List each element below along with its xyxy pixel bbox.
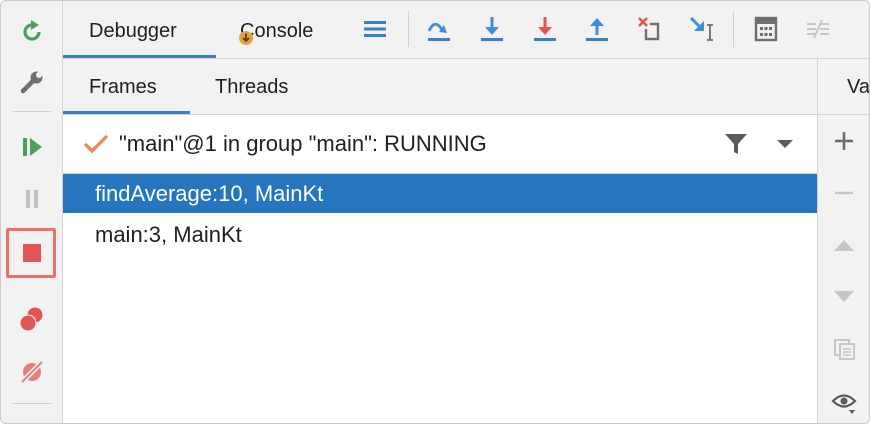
trace-button[interactable] — [801, 12, 835, 46]
tab-threads-label: Threads — [215, 76, 289, 98]
filter-icon — [725, 134, 747, 154]
left-separator — [13, 111, 51, 112]
tab-frames-underline — [63, 111, 190, 114]
frame-label: findAverage:10, MainKt — [95, 181, 324, 206]
chevron-down-icon — [777, 140, 793, 148]
frames-list: findAverage:10, MainKt main:3, MainKt — [63, 174, 817, 423]
move-down-button[interactable] — [827, 280, 861, 314]
step-into-button[interactable] — [475, 12, 509, 46]
copy-watch-button[interactable] — [827, 332, 861, 366]
force-step-into-icon — [534, 17, 556, 41]
tab-frames[interactable]: Frames — [89, 59, 157, 114]
stop-button[interactable] — [14, 235, 50, 271]
layout-menu-button[interactable] — [358, 12, 392, 46]
stop-icon — [23, 244, 41, 262]
pause-icon — [26, 190, 38, 208]
tab-debugger-underline — [63, 55, 216, 58]
view-breakpoints-icon — [19, 307, 43, 332]
toolbar-separator — [408, 11, 409, 47]
pause-button[interactable] — [14, 181, 50, 217]
run-to-cursor-icon — [689, 16, 713, 41]
move-up-icon — [834, 240, 854, 251]
add-icon — [835, 132, 853, 150]
left-separator-bottom — [13, 403, 51, 404]
force-step-into-button[interactable] — [528, 12, 562, 46]
frame-row[interactable]: findAverage:10, MainKt — [63, 174, 817, 213]
remove-icon — [835, 191, 853, 195]
view-breakpoints-button[interactable] — [14, 302, 50, 338]
resume-button[interactable] — [14, 129, 50, 165]
tab-threads[interactable]: Threads — [215, 59, 288, 114]
variables-header[interactable]: Va — [818, 59, 870, 115]
checkmark-icon — [83, 134, 109, 154]
run-to-cursor-button[interactable] — [685, 12, 719, 46]
evaluate-expression-icon — [754, 16, 778, 42]
thread-label: "main"@1 in group "main": RUNNING — [119, 131, 487, 156]
step-out-icon — [586, 18, 608, 41]
step-into-icon — [481, 17, 503, 41]
thread-selector[interactable]: "main"@1 in group "main": RUNNING — [63, 115, 817, 174]
move-down-icon — [834, 291, 854, 302]
frame-label: main:3, MainKt — [95, 222, 242, 247]
step-over-icon — [427, 22, 450, 41]
debug-tool-window: Debugger Console Frames Threads "main"@1… — [0, 0, 870, 424]
console-notification-icon — [239, 31, 253, 45]
toolbar-separator-2 — [733, 11, 734, 47]
drop-frame-icon — [638, 17, 660, 41]
variables-header-label: Va — [847, 76, 870, 98]
tab-frames-label: Frames — [89, 76, 157, 98]
settings-button[interactable] — [14, 64, 50, 100]
trace-icon — [807, 19, 829, 39]
settings-wrench-icon — [20, 71, 43, 94]
sub-tab-bar: Frames Threads — [63, 59, 817, 115]
filter-button[interactable] — [723, 131, 749, 157]
rerun-button[interactable] — [14, 14, 50, 50]
variables-panel: Va — [817, 59, 870, 423]
resume-icon — [23, 138, 42, 156]
thread-dropdown-button[interactable] — [775, 137, 797, 153]
watch-options-button[interactable] — [827, 385, 861, 419]
mute-breakpoints-button[interactable] — [14, 354, 50, 390]
remove-watch-button[interactable] — [827, 176, 861, 210]
copy-icon — [834, 339, 855, 360]
evaluate-expression-button[interactable] — [749, 12, 783, 46]
step-out-button[interactable] — [580, 12, 614, 46]
layout-menu-icon — [364, 21, 386, 37]
rerun-icon — [23, 20, 41, 41]
drop-frame-button[interactable] — [633, 12, 667, 46]
left-toolbar — [1, 1, 63, 423]
add-watch-button[interactable] — [827, 124, 861, 158]
watch-eye-icon — [831, 394, 857, 414]
frame-row[interactable]: main:3, MainKt — [63, 215, 817, 254]
mute-breakpoints-icon — [20, 360, 44, 384]
top-bar: Debugger Console — [63, 1, 869, 59]
move-up-button[interactable] — [827, 228, 861, 262]
tab-debugger[interactable]: Debugger — [89, 1, 177, 58]
step-over-button[interactable] — [422, 12, 456, 46]
tab-debugger-label: Debugger — [89, 20, 177, 42]
